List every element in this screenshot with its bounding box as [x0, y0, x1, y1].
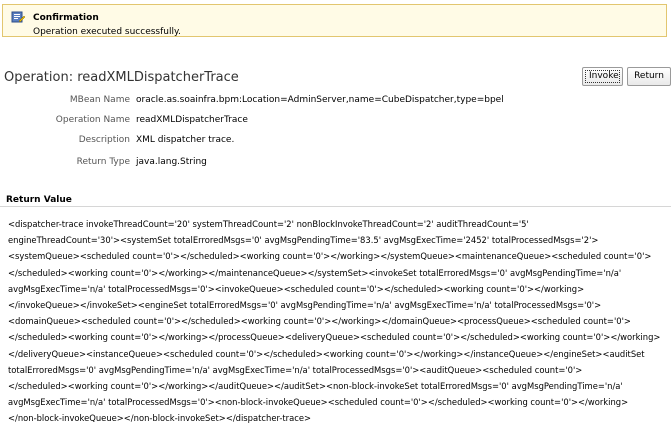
operation-name-label: Operation Name	[55, 115, 130, 125]
return-value-text: <dispatcher-trace invokeThreadCount='20'…	[8, 216, 668, 427]
return-value-line: <dispatcher-trace invokeThreadCount='20'…	[8, 219, 529, 229]
return-value-line: </non-block-invokeQueue></non-block-invo…	[8, 413, 312, 424]
operation-name-value: readXMLDispatcherTrace	[136, 115, 248, 125]
return-value-line: <systemQueue><scheduled count='0'></sche…	[8, 251, 652, 262]
return-value-line: </scheduled><working count='0'></working…	[8, 381, 623, 392]
description-label: Description	[78, 135, 130, 145]
description-value: XML dispatcher trace.	[136, 135, 235, 145]
return-value-line: engineThreadCount='30'><systemSet totalE…	[8, 235, 599, 246]
mbean-name-label: MBean Name	[69, 95, 130, 105]
return-value-line: totalErroredMsgs='0' avgMsgPendingTime='…	[8, 364, 583, 375]
return-value-line: avgMsgExecTime='n/a' totalProcessedMsgs=…	[8, 283, 585, 294]
return-value-line: </scheduled><working count='0'></working…	[8, 332, 661, 343]
mbean-name-value: oracle.as.soainfra.bpm:Location=AdminSer…	[136, 95, 504, 105]
return-button[interactable]: Return	[627, 67, 671, 86]
return-type-value: java.lang.String	[136, 157, 207, 167]
return-value-line: </deliveryQueue><instanceQueue><schedule…	[8, 348, 645, 359]
invoke-button[interactable]: Invoke	[582, 67, 623, 86]
return-value-line: </invokeQueue></invokeSet><engineSet tot…	[8, 300, 602, 311]
return-value-line: avgMsgExecTime='n/a' totalProcessedMsgs=…	[8, 397, 629, 408]
confirmation-title: Confirmation	[33, 13, 99, 23]
return-value-line: <domainQueue><scheduled count='0'></sche…	[8, 316, 631, 327]
confirmation-box: Confirmation Operation executed successf…	[2, 4, 667, 37]
section-divider	[0, 206, 671, 207]
return-value-title: Return Value	[6, 195, 72, 205]
edit-document-icon	[11, 11, 25, 23]
confirmation-message: Operation executed successfully.	[33, 27, 181, 37]
return-value-line: </scheduled><working count='0'></working…	[8, 267, 622, 278]
operation-title: Operation: readXMLDispatcherTrace	[4, 70, 239, 85]
return-type-label: Return Type	[76, 157, 130, 167]
